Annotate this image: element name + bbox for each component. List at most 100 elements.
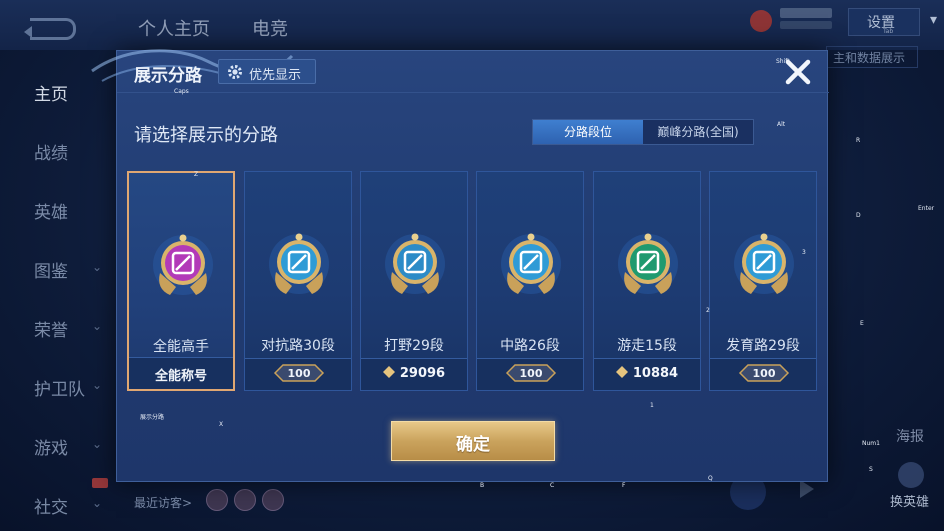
priority-display-label: 优先显示: [249, 68, 302, 83]
key-hint-enter: Enter: [918, 205, 935, 212]
bot-lane-rank-icon: [734, 233, 794, 294]
svg-text:100: 100: [288, 367, 311, 380]
settings-key-hint: Tab: [883, 28, 894, 35]
key-hint-x: X: [219, 421, 224, 428]
priority-display-button[interactable]: 优先显示: [218, 59, 316, 84]
peak-score-value: 29096: [399, 366, 446, 381]
support-rank-icon: [618, 233, 678, 294]
recent-visitors-link[interactable]: 最近访客>: [134, 494, 192, 511]
lane-card-jungle[interactable]: 打野29段 29096: [360, 171, 468, 391]
chevron-down-icon: ⌄: [92, 378, 103, 392]
svg-text:100: 100: [520, 367, 543, 380]
key-hint-c: C: [550, 482, 555, 489]
lane-card-label: 游走15段: [617, 338, 677, 354]
notification-badge: [92, 478, 108, 488]
key-hint-shift: Shift: [776, 58, 790, 65]
arrow-right-icon[interactable]: [800, 480, 814, 498]
lane-card-label: 发育路29段: [726, 338, 800, 354]
key-hint-f: F: [622, 482, 626, 489]
rank-stars-badge-icon: 100: [738, 364, 790, 382]
svg-text:100: 100: [753, 367, 776, 380]
key-hint-e: E: [860, 320, 864, 327]
key-hint-r: R: [856, 137, 861, 144]
dialog-title: 展示分路: [134, 66, 202, 86]
avatar[interactable]: [262, 489, 284, 511]
sidebar-item-honor[interactable]: 荣誉: [34, 316, 68, 341]
gear-icon: [228, 65, 242, 79]
dropdown-arrow-icon[interactable]: ▾: [930, 12, 937, 28]
peak-score-value: 10884: [632, 366, 679, 381]
lane-card-footer: 10884: [594, 358, 700, 390]
swap-hero-icon[interactable]: [898, 462, 924, 488]
lane-card-label: 全能高手: [153, 339, 209, 355]
key-hint-alt: Alt: [777, 121, 786, 128]
peak-score-icon: [382, 366, 395, 378]
key-hint-lane: 展示分路: [140, 414, 165, 421]
settings-button[interactable]: 设置 Tab ▾: [848, 8, 937, 36]
sidebar-item-guard[interactable]: 护卫队: [34, 375, 85, 400]
key-hint-s: S: [869, 466, 873, 473]
sidebar-item-home[interactable]: 主页: [34, 80, 68, 105]
sidebar-item-heroes[interactable]: 英雄: [34, 198, 68, 223]
prompt-text: 请选择展示的分路: [134, 125, 278, 146]
vip-icon: [750, 10, 772, 32]
avatar[interactable]: [234, 489, 256, 511]
lane-card-footer: 100: [245, 358, 351, 390]
key-hint-z: Z: [194, 171, 199, 178]
mid-lane-rank-icon: [501, 233, 561, 294]
avatar[interactable]: [206, 489, 228, 511]
key-hint-3: 3: [802, 249, 806, 256]
sidebar: 主页 战绩 英雄 图鉴 ⌄ 荣誉 ⌄ 护卫队 ⌄ 游戏 ⌄ 社交 ⌄: [0, 50, 116, 531]
lane-card-footer: 100: [710, 358, 816, 390]
top-lane-rank-icon: [269, 233, 329, 294]
confirm-label: 确定: [456, 435, 490, 455]
all-round-rank-icon: [153, 234, 213, 295]
poster-button[interactable]: 海报: [896, 426, 924, 446]
key-hint-num1: Num1: [862, 440, 880, 447]
lane-card-label: 中路26段: [500, 338, 560, 354]
lane-card-mid-lane[interactable]: 中路26段 100: [476, 171, 584, 391]
vip-info: [750, 6, 834, 34]
dialog-header: 展示分路 优先显示: [117, 51, 829, 93]
lane-card-label: 打野29段: [384, 338, 444, 354]
sidebar-item-collection[interactable]: 图鉴: [34, 257, 68, 282]
lane-card-label: 对抗路30段: [261, 338, 335, 354]
lane-display-dialog: 展示分路 优先显示 请选择展示的分路 分路段位 巅峰分路(全国) 全能高手全能称…: [91, 49, 829, 482]
confirm-button[interactable]: 确定: [391, 421, 555, 461]
tab-lane-rank[interactable]: 分路段位: [533, 120, 643, 144]
chevron-down-icon: ⌄: [92, 496, 103, 510]
lane-card-support[interactable]: 游走15段 10884: [593, 171, 701, 391]
lane-card-footer: 100: [477, 358, 583, 390]
chevron-down-icon: ⌄: [92, 437, 103, 451]
key-hint-d: D: [856, 212, 861, 219]
lane-card-all-round[interactable]: 全能高手 全能称号: [127, 171, 235, 391]
lane-card-bot-lane[interactable]: 发育路29段 100: [709, 171, 817, 391]
lane-card-footer: 全能称号: [129, 357, 233, 389]
key-hint-b: B: [480, 482, 485, 489]
sidebar-item-record[interactable]: 战绩: [34, 139, 68, 164]
lane-card-footer: 29096: [361, 358, 467, 390]
sidebar-item-social[interactable]: 社交: [34, 493, 68, 518]
key-hint-caps: Caps: [174, 88, 189, 95]
chevron-down-icon: ⌄: [92, 260, 103, 274]
key-hint-q: Q: [708, 475, 713, 482]
key-hint-1: 1: [650, 402, 654, 409]
rank-stars-badge-icon: 100: [273, 364, 325, 382]
tab-peak-lane[interactable]: 巅峰分路(全国): [643, 120, 753, 144]
lane-type-segmented-control: 分路段位 巅峰分路(全国): [532, 119, 754, 145]
lane-card-top-lane[interactable]: 对抗路30段 100: [244, 171, 352, 391]
sidebar-item-games[interactable]: 游戏: [34, 434, 68, 459]
jungle-rank-icon: [385, 233, 445, 294]
key-hint-2: 2: [706, 307, 710, 314]
peak-score: 29096: [361, 366, 467, 381]
rank-stars-badge-icon: 100: [505, 364, 557, 382]
peak-score-icon: [615, 366, 628, 378]
tab-esports[interactable]: 电竞: [252, 15, 288, 41]
data-display-button[interactable]: 主和数据展示: [826, 46, 918, 68]
chevron-down-icon: ⌄: [92, 319, 103, 333]
peak-score: 10884: [594, 366, 700, 381]
title-label: 全能称号: [154, 369, 207, 384]
back-button[interactable]: [24, 18, 76, 40]
tab-profile[interactable]: 个人主页: [138, 15, 210, 41]
swap-hero-button[interactable]: 换英雄: [890, 491, 929, 510]
